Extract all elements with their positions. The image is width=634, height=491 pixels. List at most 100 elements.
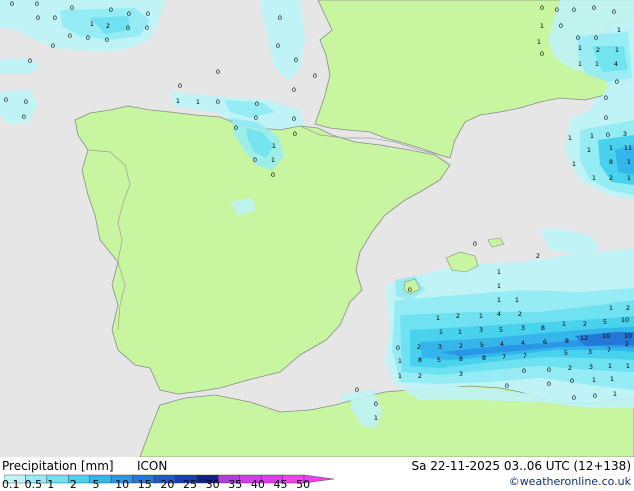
precip-value-label: 0: [216, 68, 220, 76]
precip-value-label: 0: [293, 130, 297, 138]
forecast-datetime: Sa 22-11-2025 03..06 UTC (12+138): [411, 459, 631, 473]
precip-value-label: 1: [271, 156, 275, 164]
precip-value-label: 5: [480, 341, 484, 349]
weather-map-page: 0000000012000000000000001100000000010100…: [0, 0, 634, 491]
precip-value-label: 1: [398, 372, 402, 380]
precip-value-label: 2: [626, 304, 630, 312]
precip-value-label: 0: [604, 114, 608, 122]
precip-value-label: 0: [146, 10, 150, 18]
precip-value-label: 11: [624, 144, 632, 152]
scale-tick-label: 40: [250, 478, 265, 491]
precip-value-label: 2: [418, 372, 422, 380]
precip-value-label: 1: [562, 320, 566, 328]
precip-value-label: 1: [497, 268, 501, 276]
precip-value-label: 0: [396, 344, 400, 352]
precip-value-label: 1: [439, 328, 443, 336]
precip-value-label: 10: [621, 316, 629, 324]
precip-value-label: 0: [253, 156, 257, 164]
precip-value-label: 0: [127, 10, 131, 18]
precip-value-label: 2: [518, 310, 522, 318]
precip-value-label: 1: [479, 312, 483, 320]
scale-tick-label: 50: [296, 478, 311, 491]
precip-value-label: 1: [609, 144, 613, 152]
precip-value-label: 0: [572, 6, 576, 14]
precip-value-label: 0: [592, 4, 596, 12]
scale-tick-label: 0.5: [24, 478, 43, 491]
precip-value-label: 7: [523, 352, 527, 360]
scale-tick-label: 20: [160, 478, 175, 491]
precip-value-label: 0: [355, 386, 359, 394]
precip-value-label: 4: [497, 310, 501, 318]
precip-value-label: 1: [176, 97, 180, 105]
precip-value-label: 0: [612, 8, 616, 16]
precip-value-label: 10: [602, 332, 610, 340]
precip-value-label: 1: [608, 362, 612, 370]
precip-value-label: 1: [610, 375, 614, 383]
precip-value-label: 0: [70, 4, 74, 12]
precip-value-label: 1: [272, 142, 276, 150]
map-title: Precipitation [mm]: [2, 459, 114, 473]
precip-value-label: 0: [278, 14, 282, 22]
precip-value-label: 1: [617, 26, 621, 34]
model-name: ICON: [137, 459, 168, 473]
precip-value-label: 0: [593, 392, 597, 400]
precip-value-label: 7: [502, 353, 506, 361]
precip-value-label: 0: [374, 400, 378, 408]
scale-tick-label: 35: [228, 478, 243, 491]
precip-value-label: 0: [292, 115, 296, 123]
precip-value-label: 1: [627, 158, 631, 166]
precip-value-label: 1: [590, 132, 594, 140]
precip-value-label: 1: [626, 362, 630, 370]
precip-value-label: 2: [596, 46, 600, 54]
precipitation-map[interactable]: 0 0 0 0 0 00 01 2 0 00 0 0000000 00 01 1 0 00 00 0 00010 100…: [0, 0, 634, 457]
precip-value-label: 3: [479, 326, 483, 334]
precip-value-label: 1: [592, 376, 596, 384]
precip-value-label: 0: [105, 36, 109, 44]
precip-value-label: 8: [541, 324, 545, 332]
precip-value-label: 2: [536, 252, 540, 260]
precip-value-label: 0: [126, 24, 130, 32]
precip-value-label: 8: [482, 354, 486, 362]
scale-tick-label: 0.1: [2, 478, 20, 491]
precip-value-label: 2: [583, 320, 587, 328]
precip-value-label: 0: [522, 367, 526, 375]
precip-value-label: 1: [515, 296, 519, 304]
scale-tick-label: 1: [47, 478, 55, 491]
precip-value-label: 3: [521, 324, 525, 332]
precip-value-label: 5: [564, 349, 568, 357]
precip-value-label: 0: [547, 366, 551, 374]
precip-value-label: 0: [540, 4, 544, 12]
precip-value-label: 3: [588, 348, 592, 356]
precip-value-label: 0: [22, 113, 26, 121]
precip-value-label: 0: [540, 50, 544, 58]
site-credit[interactable]: ©weatheronline.co.uk: [509, 475, 631, 489]
precip-value-label: 1: [196, 98, 200, 106]
precip-value-label: 5: [437, 356, 441, 364]
scale-tick-label: 25: [183, 478, 198, 491]
precip-value-label: 1: [398, 357, 402, 365]
precip-value-label: 1: [578, 60, 582, 68]
precip-value-label: 8: [609, 158, 613, 166]
precip-value-label: 0: [216, 98, 220, 106]
precip-value-label: 1: [537, 38, 541, 46]
precip-value-label: 1: [90, 20, 94, 28]
scale-tick-label: 45: [273, 478, 288, 491]
precip-value-label: 1: [587, 146, 591, 154]
precip-value-label: 0: [51, 42, 55, 50]
precip-value-label: 0: [604, 94, 608, 102]
precip-value-label: 1: [595, 60, 599, 68]
precip-value-label: 3: [623, 130, 627, 138]
precip-value-label: 1: [578, 44, 582, 52]
precip-value-label: 3: [438, 343, 442, 351]
precip-value-label: 8: [418, 356, 422, 364]
precip-value-label: 0: [86, 34, 90, 42]
precip-value-label: 2: [417, 343, 421, 351]
precip-value-label: 1: [572, 160, 576, 168]
scale-tick-label: 10: [115, 478, 130, 491]
precip-value-label: 1: [374, 414, 378, 422]
scale-tick-label: 30: [205, 478, 220, 491]
precip-value-label: 0: [292, 86, 296, 94]
precip-value-label: 4: [614, 60, 618, 68]
precip-value-label: 1: [592, 174, 596, 182]
precip-value-label: 3: [459, 370, 463, 378]
